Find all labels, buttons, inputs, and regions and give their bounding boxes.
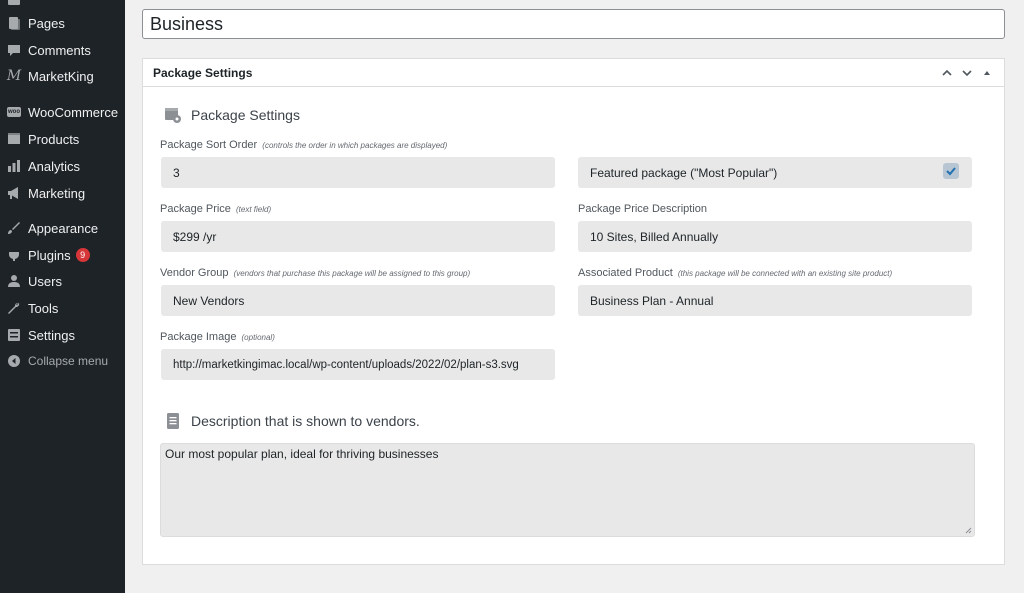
comments-icon: [7, 43, 21, 57]
vendor-description-textarea[interactable]: Our most popular plan, ideal for thrivin…: [160, 443, 975, 537]
marketing-icon: [7, 186, 21, 200]
metabox-title: Package Settings: [153, 65, 253, 80]
label-text: Package Sort Order: [160, 139, 258, 151]
products-icon: [7, 132, 21, 146]
sidebar-item-marketking[interactable]: M MarketKing: [0, 63, 125, 89]
sidebar-item-label: Appearance: [28, 220, 99, 236]
sidebar-item-label: Pages: [28, 15, 65, 31]
package-settings-icon: [163, 105, 183, 125]
price-description-input[interactable]: [578, 221, 972, 252]
analytics-icon: [7, 159, 21, 173]
package-image-input[interactable]: [161, 349, 555, 380]
sort-order-label: Package Sort Order (controls the order i…: [160, 139, 447, 151]
sidebar-item-label: Products: [28, 131, 80, 147]
collapse-icon: [7, 354, 21, 368]
move-down-icon[interactable]: [960, 66, 974, 80]
sidebar-item-tools[interactable]: Tools: [0, 295, 125, 321]
textarea-value: Our most popular plan, ideal for thrivin…: [165, 447, 439, 461]
label-text: Vendor Group: [160, 267, 229, 279]
vendor-group-select[interactable]: New Vendors: [161, 285, 555, 316]
sidebar-item-label: Tools: [28, 300, 59, 316]
post-title-input[interactable]: [142, 9, 1005, 39]
package-settings-metabox: Package Settings Package Settings Packag…: [142, 58, 1005, 565]
woocommerce-icon: woo: [7, 105, 21, 119]
label-hint: (this package will be connected with an …: [677, 269, 893, 278]
pages-icon: [7, 16, 21, 30]
label-text: Package Price: [160, 203, 231, 215]
label-text: Associated Product: [578, 267, 673, 279]
resize-handle-icon[interactable]: [965, 527, 972, 534]
document-icon: [163, 411, 183, 431]
admin-sidebar: Pages Comments M MarketKing woo WooComme…: [0, 0, 125, 593]
sidebar-item-label: Analytics: [28, 158, 81, 174]
media-icon: [7, 0, 21, 7]
appearance-icon: [7, 221, 21, 235]
sidebar-item-label: WooCommerce: [28, 104, 119, 120]
sidebar-item-label: Comments: [28, 42, 91, 58]
woocommerce-glyph: woo: [7, 107, 21, 117]
settings-icon: [7, 328, 21, 342]
featured-package-checkbox[interactable]: [943, 163, 959, 179]
sidebar-item-pages[interactable]: Pages: [0, 10, 125, 36]
associated-product-select[interactable]: Business Plan - Annual: [578, 285, 972, 316]
sidebar-item-label: MarketKing: [28, 68, 94, 84]
users-icon: [7, 274, 21, 288]
featured-package-row: Featured package ("Most Popular"): [578, 157, 972, 188]
description-heading: Description that is shown to vendors.: [163, 411, 420, 431]
sort-order-input[interactable]: [161, 157, 555, 188]
label-text: Package Price Description: [578, 203, 708, 215]
move-up-icon[interactable]: [940, 66, 954, 80]
description-title: Description that is shown to vendors.: [191, 413, 420, 429]
label-text: Package Image: [160, 331, 237, 343]
sidebar-item-users[interactable]: Users: [0, 268, 125, 294]
label-hint: (vendors that purchase this package will…: [233, 269, 471, 278]
selected-value: Business Plan - Annual: [590, 293, 714, 308]
toggle-panel-icon[interactable]: [980, 66, 994, 80]
label-hint: (controls the order in which packages ar…: [262, 141, 448, 150]
metabox-controls: [940, 66, 994, 80]
metabox-header: Package Settings: [143, 59, 1004, 87]
sidebar-item-label: Settings: [28, 327, 75, 343]
sidebar-item-appearance[interactable]: Appearance: [0, 215, 125, 241]
package-image-label: Package Image (optional): [160, 331, 275, 343]
collapse-menu-button[interactable]: Collapse menu: [0, 348, 125, 374]
associated-product-label: Associated Product (this package will be…: [578, 267, 892, 279]
label-hint: (optional): [241, 333, 275, 342]
sidebar-item-label: Marketing: [28, 185, 86, 201]
marketking-icon: M: [6, 68, 22, 84]
featured-package-label: Featured package ("Most Popular"): [590, 165, 778, 180]
sidebar-item-woocommerce[interactable]: woo WooCommerce: [0, 99, 125, 125]
vendor-group-label: Vendor Group (vendors that purchase this…: [160, 267, 470, 279]
sidebar-item-marketing[interactable]: Marketing: [0, 180, 125, 206]
sidebar-item-products[interactable]: Products: [0, 126, 125, 152]
section-title: Package Settings: [191, 107, 300, 123]
section-heading: Package Settings: [163, 105, 300, 125]
sidebar-item-analytics[interactable]: Analytics: [0, 153, 125, 179]
selected-value: New Vendors: [173, 293, 245, 308]
price-input[interactable]: [161, 221, 555, 252]
sidebar-item-comments[interactable]: Comments: [0, 37, 125, 63]
label-hint: (text field): [236, 205, 272, 214]
sidebar-item-label: Collapse menu: [28, 354, 109, 368]
sidebar-item-label: Plugins: [28, 247, 71, 263]
tools-icon: [7, 301, 21, 315]
sidebar-item-plugins[interactable]: Plugins 9: [0, 242, 125, 268]
price-description-label: Package Price Description: [578, 203, 707, 215]
plugins-icon: [7, 248, 21, 262]
sidebar-item-settings[interactable]: Settings: [0, 322, 125, 348]
plugins-update-badge: 9: [75, 248, 90, 262]
sidebar-item-label: Users: [28, 273, 62, 289]
price-label: Package Price (text field): [160, 203, 271, 215]
